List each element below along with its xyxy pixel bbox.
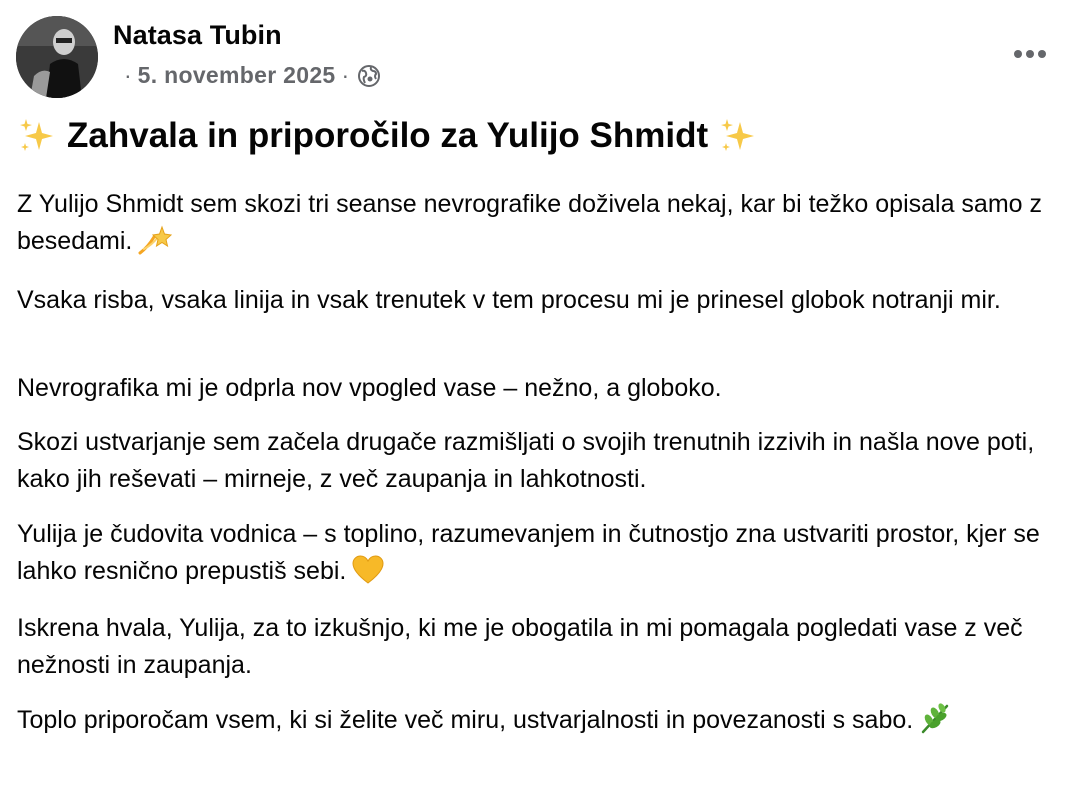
avatar-photo xyxy=(16,16,98,98)
author-avatar[interactable] xyxy=(16,16,98,98)
more-options-icon[interactable] xyxy=(1004,34,1056,74)
meta-separator: · xyxy=(124,62,132,88)
author-name[interactable]: Natasa Tubin xyxy=(113,20,282,51)
meta-separator: · xyxy=(341,62,350,88)
paragraph-text: Iskrena hvala, Yulija, za to izkušnjo, k… xyxy=(17,614,1023,679)
paragraph-text: Yulija je čudovita vodnica – s toplino, … xyxy=(17,520,1040,585)
paragraph-text: Nevrografika mi je odprla nov vpogled va… xyxy=(17,374,722,402)
post-paragraph: Yulija je čudovita vodnica – s toplino, … xyxy=(17,516,1067,596)
post-paragraph: Toplo priporočam vsem, ki si želite več … xyxy=(17,702,1067,745)
post-paragraph: Skozi ustvarjanje sem začela drugače raz… xyxy=(17,424,1067,498)
post-title: Zahvala in priporočilo za Yulijo Shmidt xyxy=(17,116,762,156)
paragraph-text: Skozi ustvarjanje sem začela drugače raz… xyxy=(17,428,1035,493)
paragraph-text: Vsaka risba, vsaka linija in vsak trenut… xyxy=(17,286,1001,314)
post-paragraph: Z Yulijo Shmidt sem skozi tri seanse nev… xyxy=(17,186,1067,266)
herb-icon xyxy=(919,702,951,745)
yellow-heart-icon xyxy=(352,555,384,596)
paragraph-text: Toplo priporočam vsem, ki si želite več … xyxy=(17,706,914,734)
post-paragraph: Vsaka risba, vsaka linija in vsak trenut… xyxy=(17,282,1067,319)
facebook-post: Natasa Tubin · 5. november 2025 · Zahval… xyxy=(0,0,1082,794)
sparkles-icon xyxy=(718,116,758,156)
post-meta: · 5. november 2025 · xyxy=(118,62,381,89)
globe-icon[interactable] xyxy=(357,64,381,88)
post-paragraph: Nevrografika mi je odprla nov vpogled va… xyxy=(17,370,1067,407)
sparkles-icon xyxy=(17,116,57,156)
post-date[interactable]: 5. november 2025 xyxy=(138,62,336,89)
post-paragraph: Iskrena hvala, Yulija, za to izkušnjo, k… xyxy=(17,610,1067,684)
dizzy-star-icon xyxy=(138,225,173,266)
post-title-text: Zahvala in priporočilo za Yulijo Shmidt xyxy=(67,116,709,155)
